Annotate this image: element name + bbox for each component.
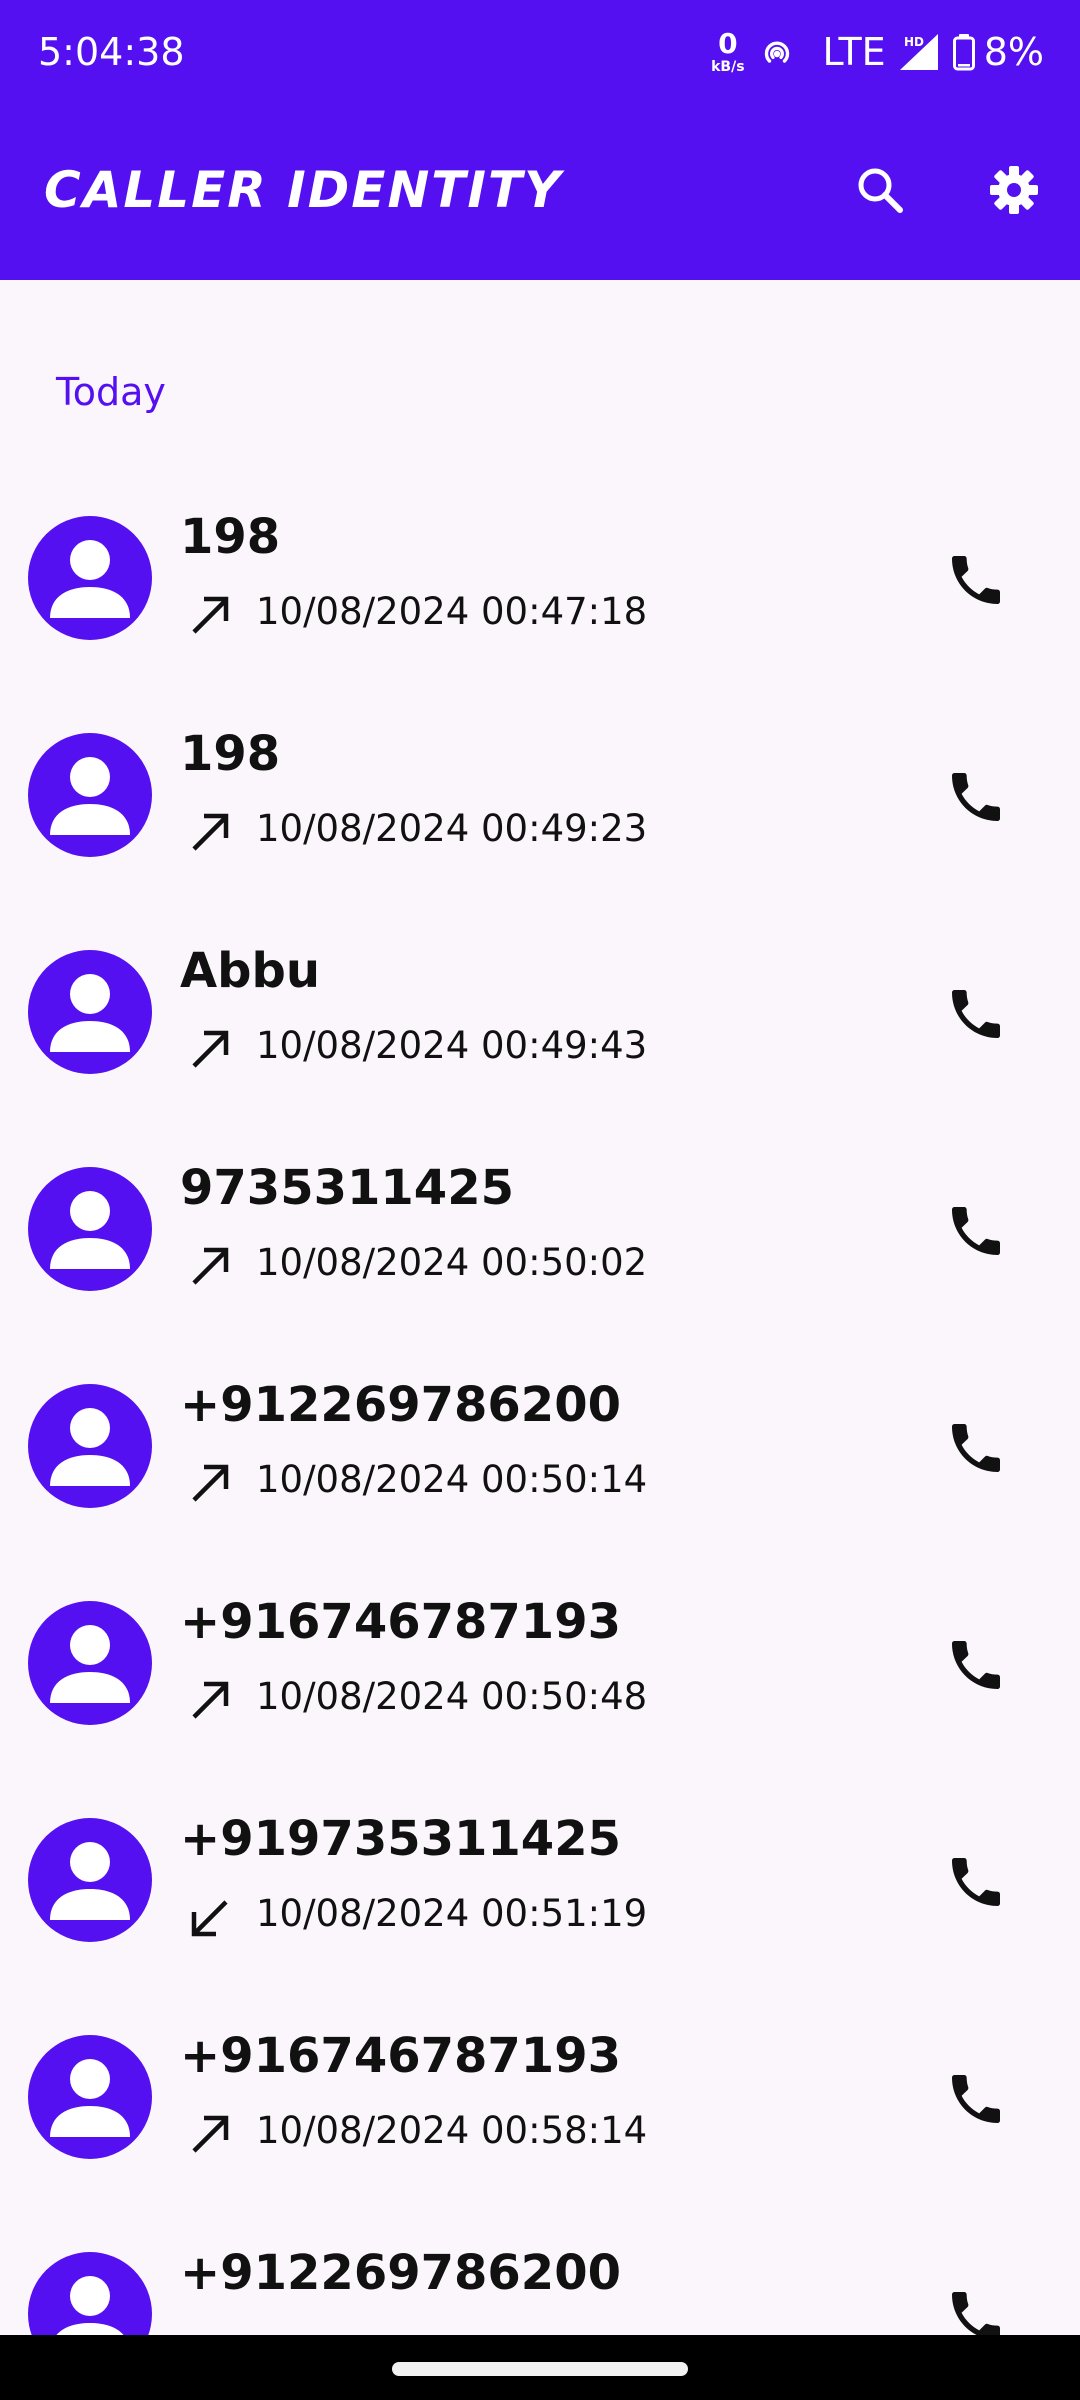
gear-icon: [990, 166, 1038, 214]
list-item[interactable]: +919735311425 10/08/2024 00:51:19: [0, 1811, 1080, 2034]
person-icon: [50, 1408, 130, 1486]
status-time: 5:04:38: [38, 30, 185, 74]
net-speed-unit: kB/s: [711, 59, 745, 75]
call-button[interactable]: [940, 1846, 1012, 1918]
svg-text:HD: HD: [904, 35, 924, 49]
signal-icon: HD: [899, 34, 938, 70]
search-button[interactable]: [848, 158, 912, 222]
list-item[interactable]: +916746787193 10/08/2024 00:58:14: [0, 2028, 1080, 2251]
phone-icon: [952, 556, 1000, 604]
section-title-today: Today: [56, 370, 166, 414]
person-icon: [50, 2059, 130, 2137]
phone-icon: [952, 1641, 1000, 1689]
person-icon: [50, 1842, 130, 1920]
avatar: [28, 733, 152, 857]
person-icon: [50, 1625, 130, 1703]
avatar: [28, 2035, 152, 2159]
battery-icon: [952, 34, 975, 71]
list-item[interactable]: 198 10/08/2024 00:47:18: [0, 509, 1080, 732]
phone-icon: [952, 1424, 1000, 1472]
call-button[interactable]: [940, 1629, 1012, 1701]
phone-icon: [952, 990, 1000, 1038]
call-button[interactable]: [940, 2280, 1012, 2335]
caller-name: +916746787193: [180, 1594, 621, 1650]
list-item[interactable]: +912269786200: [0, 2245, 1080, 2335]
call-button[interactable]: [940, 761, 1012, 833]
call-time: 10/08/2024 00:51:19: [256, 1892, 648, 1935]
caller-name: +916746787193: [180, 2028, 621, 2084]
avatar: [28, 516, 152, 640]
caller-name: 198: [180, 509, 281, 565]
hotspot-icon: [764, 41, 789, 63]
person-icon: [50, 1191, 130, 1269]
person-icon: [50, 757, 130, 835]
call-time: 10/08/2024 00:50:14: [256, 1458, 648, 1501]
caller-name: 9735311425: [180, 1160, 514, 1216]
call-button[interactable]: [940, 978, 1012, 1050]
avatar: [28, 1384, 152, 1508]
navigation-bar: [0, 2335, 1080, 2400]
battery-percent: 8%: [983, 30, 1044, 74]
phone-icon: [952, 1207, 1000, 1255]
phone-icon: [952, 2292, 1000, 2335]
list-item[interactable]: 9735311425 10/08/2024 00:50:02: [0, 1160, 1080, 1383]
person-icon: [50, 974, 130, 1052]
caller-name: Abbu: [180, 943, 321, 999]
call-time: 10/08/2024 00:49:43: [256, 1024, 648, 1067]
call-time: 10/08/2024 00:47:18: [256, 590, 648, 633]
settings-button[interactable]: [982, 158, 1046, 222]
outgoing-call-icon: [192, 1030, 229, 1068]
phone-icon: [952, 773, 1000, 821]
phone-icon: [952, 2075, 1000, 2123]
avatar: [28, 950, 152, 1074]
list-item[interactable]: Abbu 10/08/2024 00:49:43: [0, 943, 1080, 1166]
person-icon: [56, 2276, 124, 2335]
outgoing-call-icon: [192, 596, 229, 634]
home-handle[interactable]: [392, 2362, 688, 2376]
app-bar: 5:04:38 0 kB/s LTE HD 8% CALLER IDENTITY: [0, 0, 1080, 280]
phone-icon: [952, 1858, 1000, 1906]
caller-name: +919735311425: [180, 1811, 621, 1867]
avatar: [28, 2252, 152, 2335]
call-time: 10/08/2024 00:50:48: [256, 1675, 648, 1718]
caller-name: +912269786200: [180, 1377, 621, 1433]
caller-name: +912269786200: [180, 2245, 621, 2301]
call-time: 10/08/2024 00:50:02: [256, 1241, 648, 1284]
app-title: CALLER IDENTITY: [44, 161, 563, 219]
search-icon: [858, 168, 903, 213]
outgoing-call-icon: [192, 1681, 229, 1719]
call-list: 198 10/08/2024 00:47:18 198 10/08/2024 0…: [0, 0, 1080, 2335]
outgoing-call-icon: [192, 2115, 229, 2153]
call-time: 10/08/2024 00:58:14: [256, 2109, 648, 2152]
list-item[interactable]: 198 10/08/2024 00:49:23: [0, 726, 1080, 949]
outgoing-call-icon: [192, 1247, 229, 1285]
call-button[interactable]: [940, 1195, 1012, 1267]
person-icon: [50, 540, 130, 618]
call-time: 10/08/2024 00:49:23: [256, 807, 648, 850]
outgoing-call-icon: [192, 813, 229, 851]
list-item[interactable]: +916746787193 10/08/2024 00:50:48: [0, 1594, 1080, 1817]
call-button[interactable]: [940, 1412, 1012, 1484]
incoming-call-icon: [191, 1900, 228, 1937]
network-type: LTE: [822, 30, 886, 74]
call-button[interactable]: [940, 544, 1012, 616]
avatar: [28, 1601, 152, 1725]
net-speed-value: 0: [718, 27, 738, 60]
list-item[interactable]: +912269786200 10/08/2024 00:50:14: [0, 1377, 1080, 1600]
caller-name: 198: [180, 726, 281, 782]
outgoing-call-icon: [192, 1464, 229, 1502]
avatar: [28, 1167, 152, 1291]
call-button[interactable]: [940, 2063, 1012, 2135]
status-icons: 0 kB/s LTE HD 8%: [711, 24, 1044, 80]
avatar: [28, 1818, 152, 1942]
net-speed: 0 kB/s: [711, 27, 745, 75]
